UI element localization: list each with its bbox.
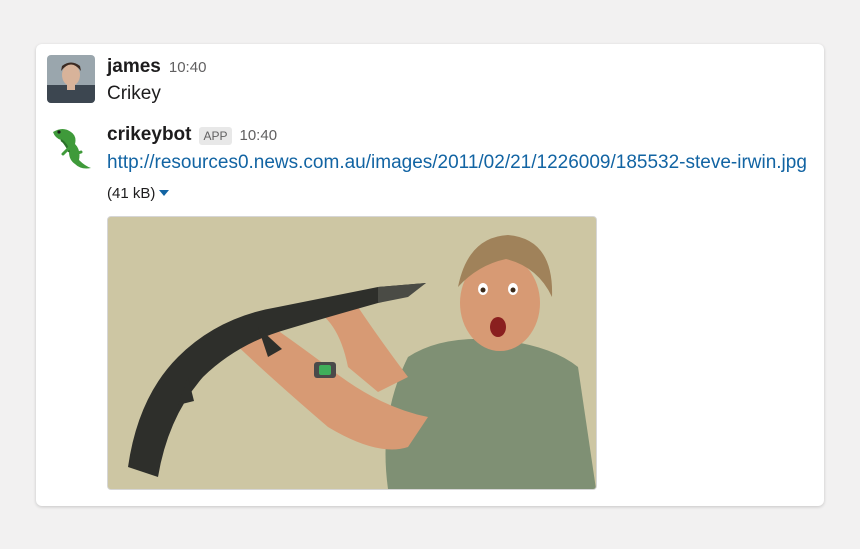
person-avatar-icon (47, 55, 95, 103)
author-name[interactable]: crikeybot (107, 124, 191, 146)
timestamp[interactable]: 10:40 (240, 127, 278, 144)
image-link[interactable]: http://resources0.news.com.au/images/201… (107, 152, 807, 173)
message-pane: james 10:40 Crikey crikeybot APP 10:40 h… (36, 44, 824, 506)
file-size: (41 kB) (107, 185, 156, 202)
avatar-james[interactable] (47, 55, 95, 103)
image-content (108, 217, 596, 489)
message-text: Crikey (107, 83, 161, 104)
attachment-line: http://resources0.news.com.au/images/201… (107, 148, 812, 209)
expand-caret-icon[interactable] (159, 189, 170, 196)
message-crikeybot: crikeybot APP 10:40 http://resources0.ne… (107, 124, 812, 209)
app-badge: APP (199, 127, 232, 145)
message-james: james 10:40 Crikey (107, 56, 812, 108)
avatar-crikeybot[interactable] (47, 124, 95, 172)
timestamp[interactable]: 10:40 (169, 59, 207, 76)
image-preview[interactable] (107, 216, 597, 490)
author-name[interactable]: james (107, 56, 161, 78)
crocodile-icon (47, 124, 95, 172)
